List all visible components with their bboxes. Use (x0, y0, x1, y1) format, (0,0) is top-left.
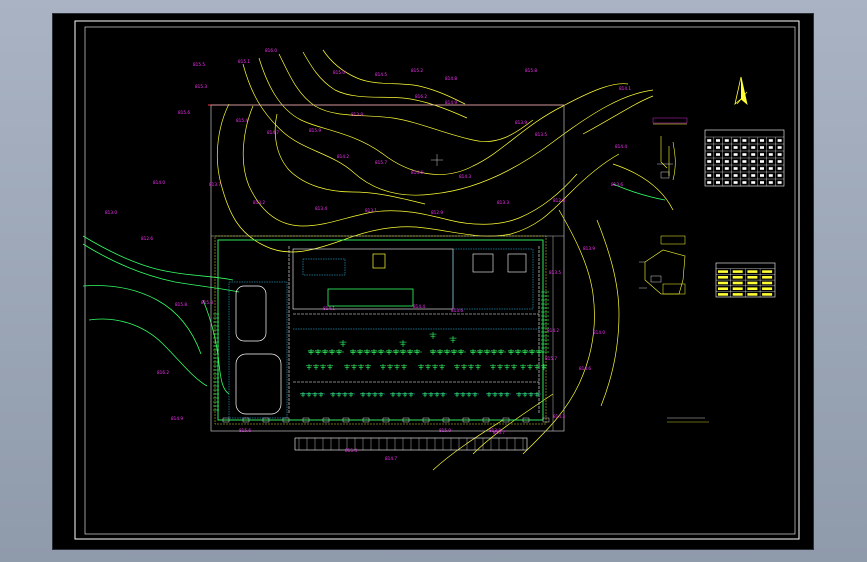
elevation-label: 813.3 (497, 200, 509, 205)
elevation-label: 814.7 (385, 456, 397, 461)
elevation-label: 815.6 (178, 110, 190, 115)
elevation-label: 813.2 (253, 200, 265, 205)
elevation-label: 812.9 (431, 210, 443, 215)
elevation-label: 814.3 (553, 414, 565, 419)
elevation-label: 813.4 (315, 206, 327, 211)
elevation-label: 813.9 (515, 120, 527, 125)
elevation-label: 813.6 (451, 308, 463, 313)
elevation-label: 812.6 (141, 236, 153, 241)
elevation-label: 815.6 (239, 428, 251, 433)
elevation-label: 815.7 (545, 356, 557, 361)
elevation-label: 814.2 (547, 328, 559, 333)
elevation-label: 814.5 (375, 72, 387, 77)
outer-frame (74, 20, 800, 540)
elevation-label: 813.8 (351, 112, 363, 117)
site-data-table (704, 129, 785, 187)
elevation-label: 814.0 (153, 180, 165, 185)
elevation-label: 814.3 (459, 174, 471, 179)
elevation-label: 815.4 (236, 118, 248, 123)
elevation-label: 814.4 (413, 304, 425, 309)
elevation-label: 816.2 (415, 94, 427, 99)
elevation-label: 813.9 (583, 246, 595, 251)
elevation-label: 814.9 (171, 416, 183, 421)
elevation-label: 815.3 (195, 84, 207, 89)
elevation-label: 814.1 (323, 306, 335, 311)
elevation-label: 814.1 (619, 86, 631, 91)
elevation-label: 814.0 (593, 330, 605, 335)
elevation-label: 815.9 (309, 128, 321, 133)
elevation-label: 815.8 (175, 302, 187, 307)
elevation-label: 814.7 (267, 130, 279, 135)
elevation-label: 815.0 (333, 70, 345, 75)
pond-south (235, 353, 282, 415)
elevation-label: 813.5 (549, 270, 561, 275)
equipment-rows (213, 291, 549, 411)
elevation-label: 815.4 (345, 448, 357, 453)
elevation-label: 815.5 (193, 62, 205, 67)
elevation-label: 814.6 (411, 170, 423, 175)
detail-section-1 (652, 117, 688, 181)
elevation-label: 815.3 (201, 300, 213, 305)
elevation-label: 813.6 (611, 182, 623, 187)
legend-table (715, 262, 776, 298)
site-plan-drawing: 815.5 815.1 816.0 815.0 814.5 815.2 814.8 815.8… (74, 20, 800, 540)
plant-enclosure (217, 239, 544, 421)
elevation-label: 815.8 (525, 68, 537, 73)
elevation-label: 812.8 (553, 198, 565, 203)
elevation-label: 816.2 (157, 370, 169, 375)
elevation-label: 814.6 (579, 366, 591, 371)
elevation-label: 813.0 (105, 210, 117, 215)
elevation-label: 816.0 (265, 48, 277, 53)
elevation-label: 814.4 (615, 144, 627, 149)
inner-frame (84, 26, 796, 535)
elevation-label: 813.7 (209, 182, 221, 187)
elevation-label: 814.9 (445, 100, 457, 105)
elevation-label: 815.2 (411, 68, 423, 73)
pond-north (235, 285, 267, 342)
drawing-sheet: 815.5 815.1 816.0 815.0 814.5 815.2 814.8 815.8… (53, 14, 813, 549)
elevation-label: 814.8 (445, 76, 457, 81)
elevation-label: 815.9 (439, 428, 451, 433)
elevation-label: 813.7 (493, 430, 505, 435)
elevation-label: 815.7 (375, 160, 387, 165)
elevation-labels: 815.5 815.1 816.0 815.0 814.5 815.2 814.8 815.8… (105, 48, 631, 461)
detail-section-2 (639, 235, 686, 295)
elevation-label: 815.1 (238, 59, 250, 64)
elevation-label: 813.5 (535, 132, 547, 137)
elevation-label: 814.2 (337, 154, 349, 159)
elevation-label: 813.1 (365, 208, 377, 213)
contour-lines (216, 49, 674, 471)
north-arrow-icon (734, 76, 748, 106)
